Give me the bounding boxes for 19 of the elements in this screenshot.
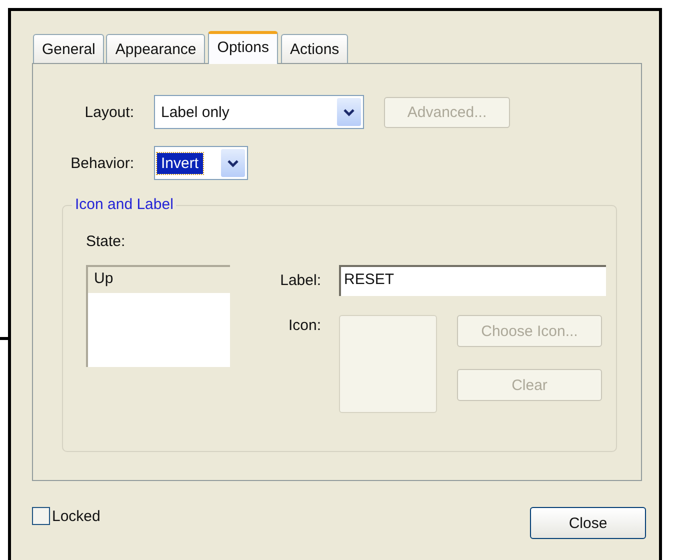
layout-label: Layout: bbox=[84, 104, 134, 120]
tab[interactable]: Appearance bbox=[106, 34, 206, 63]
label-label: Label: bbox=[279, 272, 321, 289]
layout-dropdown[interactable]: Label only bbox=[154, 95, 364, 129]
locked-label: Locked bbox=[52, 508, 100, 524]
tab[interactable]: Actions bbox=[280, 34, 348, 63]
tab[interactable]: Options bbox=[208, 31, 278, 64]
icon-label: Icon: bbox=[287, 316, 321, 334]
caret-icon bbox=[221, 149, 245, 177]
tab[interactable]: General bbox=[33, 34, 104, 63]
list-item[interactable]: Up bbox=[88, 267, 230, 293]
state-list[interactable]: Up bbox=[86, 265, 230, 367]
caret-icon bbox=[337, 98, 361, 126]
label-input-field[interactable]: RESET bbox=[339, 265, 606, 296]
behavior-label: Behavior: bbox=[70, 154, 134, 172]
behavior-dropdown[interactable]: Invert bbox=[154, 146, 248, 180]
state-label: State: bbox=[86, 233, 126, 250]
checkbox[interactable] bbox=[32, 507, 50, 525]
close-button[interactable]: Close bbox=[530, 507, 646, 539]
